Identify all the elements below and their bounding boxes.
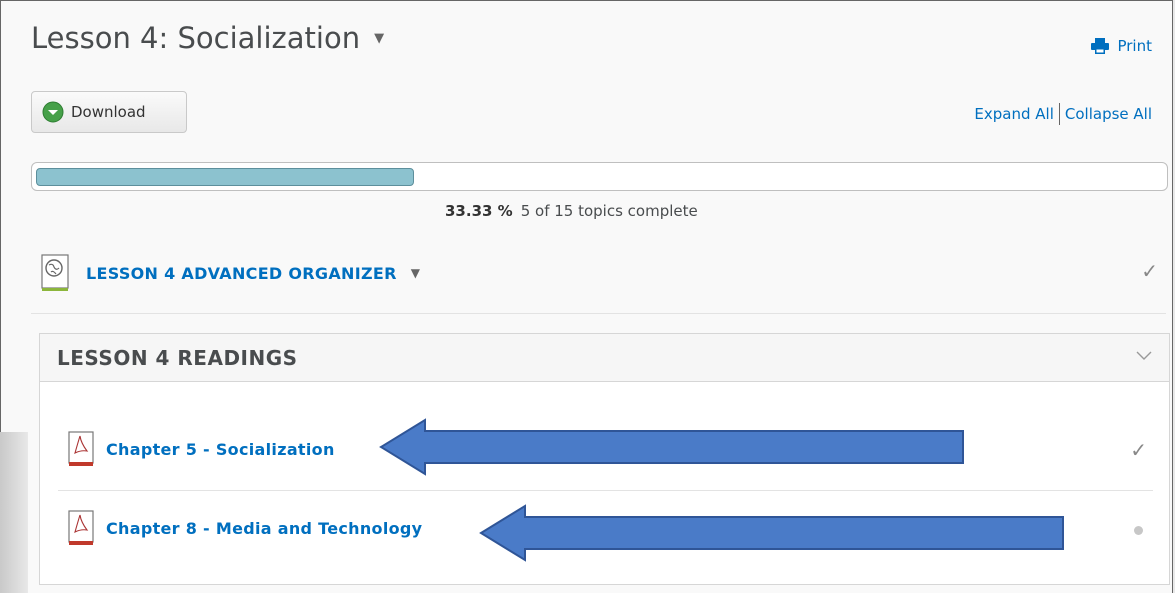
- topic-divider: [58, 490, 1153, 491]
- download-label: Download: [71, 103, 146, 121]
- web-page-icon: [41, 254, 69, 292]
- expand-collapse-links: Expand All Collapse All: [974, 103, 1152, 125]
- collapse-all-link[interactable]: Collapse All: [1065, 105, 1152, 123]
- progress-bar: [31, 162, 1168, 191]
- download-button[interactable]: Download: [31, 91, 187, 133]
- progress-summary: 33.33 % 5 of 15 topics complete: [445, 202, 698, 220]
- pdf-icon: [68, 510, 94, 545]
- expand-all-link[interactable]: Expand All: [974, 105, 1053, 123]
- topic-item: Chapter 8 - Media and Technology: [68, 510, 422, 546]
- print-label: Print: [1117, 37, 1152, 55]
- link-separator: [1058, 103, 1060, 125]
- download-circle-icon: [42, 101, 64, 123]
- topic-link[interactable]: Chapter 5 - Socialization: [106, 440, 335, 459]
- checkmark-icon: ✓: [1141, 259, 1158, 283]
- checkmark-icon: ✓: [1130, 438, 1147, 462]
- content-page: Lesson 4: Socialization ▼ Print Download…: [0, 0, 1173, 593]
- section-divider: [31, 313, 1166, 314]
- module-link[interactable]: LESSON 4 ADVANCED ORGANIZER: [86, 264, 397, 283]
- chevron-down-icon[interactable]: [1135, 348, 1153, 362]
- print-link[interactable]: Print: [1091, 37, 1152, 55]
- readings-header[interactable]: LESSON 4 READINGS: [40, 334, 1169, 382]
- page-title: Lesson 4: Socialization: [31, 21, 361, 55]
- module-menu-caret-icon[interactable]: ▼: [411, 266, 420, 280]
- progress-status: 5 of 15 topics complete: [520, 202, 698, 220]
- annotation-arrow: [479, 504, 1064, 562]
- annotation-arrow: [379, 418, 964, 476]
- topic-link[interactable]: Chapter 8 - Media and Technology: [106, 519, 422, 538]
- readings-title: LESSON 4 READINGS: [57, 346, 298, 370]
- progress-percent: 33.33 %: [445, 202, 513, 220]
- title-menu-caret-icon[interactable]: ▼: [374, 31, 384, 46]
- background-panel: [0, 432, 28, 593]
- pdf-icon: [68, 431, 94, 466]
- topic-item: Chapter 5 - Socialization: [68, 431, 335, 467]
- incomplete-dot-icon: [1134, 526, 1143, 535]
- title-row: Lesson 4: Socialization ▼: [31, 21, 384, 55]
- module-advanced-organizer: LESSON 4 ADVANCED ORGANIZER ▼: [41, 254, 420, 292]
- progress-bar-fill: [36, 168, 414, 186]
- printer-icon: [1091, 38, 1110, 54]
